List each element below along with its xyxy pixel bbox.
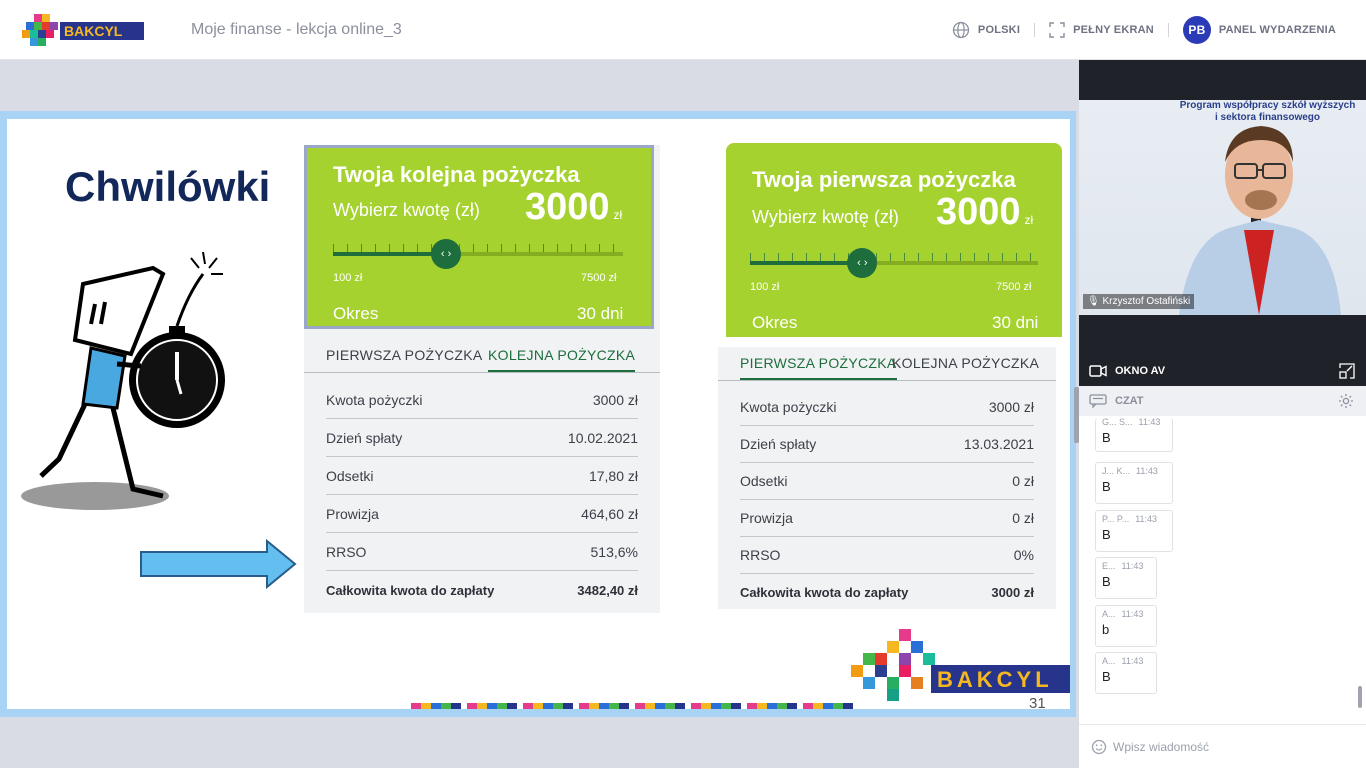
- table-row: Prowizja 464,60 zł: [326, 495, 638, 533]
- video-panel: Program współpracy szkół wyższych i sekto…: [1079, 60, 1366, 356]
- event-panel-label: PANEL WYDARZENIA: [1218, 24, 1336, 36]
- av-window-label: OKNO AV: [1115, 365, 1166, 377]
- slider-max: 7500 zł: [996, 281, 1032, 293]
- table-row: Kwota pożyczki 3000 zł: [326, 381, 638, 419]
- presentation-slide: Chwilówki Twoja kolejna pożyczka Wybierz…: [7, 119, 1070, 709]
- page-title: Moje finanse - lekcja online_3: [191, 21, 402, 38]
- fullscreen-button[interactable]: PEŁNY EKRAN: [1049, 22, 1154, 38]
- top-bar: BAKCYL Moje finanse - lekcja online_3 PO…: [0, 0, 1366, 60]
- amount-slider-track[interactable]: [333, 252, 623, 256]
- chat-message-input[interactable]: Wpisz wiadomość: [1079, 724, 1366, 768]
- amount-label: Wybierz kwotę (zł): [333, 200, 480, 220]
- chat-message: A... 11:43 B: [1095, 652, 1157, 694]
- emoji-icon[interactable]: [1091, 739, 1107, 755]
- table-row: Dzień spłaty 10.02.2021: [326, 419, 638, 457]
- card-heading: Twoja kolejna pożyczka: [333, 162, 580, 187]
- tab-first-loan[interactable]: PIERWSZA POŻYCZKA: [326, 347, 483, 363]
- tab-next-loan[interactable]: KOLEJNA POŻYCZKA: [488, 347, 636, 372]
- table-row-total: Całkowita kwota do zapłaty 3000 zł: [740, 585, 1034, 600]
- table-row: Odsetki 17,80 zł: [326, 457, 638, 495]
- svg-text:BAKCYL: BAKCYL: [937, 667, 1053, 692]
- card-heading: Twoja pierwsza pożyczka: [752, 167, 1016, 192]
- event-panel-button[interactable]: PB PANEL WYDARZENIA: [1182, 16, 1336, 44]
- loan-calculator-first: Twoja pierwsza pożyczka Wybierz kwotę (z…: [726, 143, 1062, 337]
- chat-scrollbar[interactable]: [1358, 686, 1362, 708]
- pointer-arrow: [140, 539, 297, 589]
- svg-text:BAKCYL: BAKCYL: [64, 23, 123, 39]
- period-label: Okres: [333, 304, 379, 323]
- speaker-video[interactable]: Program współpracy szkół wyższych i sekto…: [1079, 100, 1366, 315]
- chat-message: A... 11:43 b: [1095, 605, 1157, 647]
- chat-panel: CZAT G... S... 11:43 B J... K... 11:43 B P…: [1079, 386, 1366, 768]
- amount-slider-fill: [750, 261, 863, 265]
- table-row: RRSO 513,6%: [326, 533, 638, 571]
- slide-title: Chwilówki: [65, 163, 271, 210]
- amount-slider-track[interactable]: [750, 261, 1038, 265]
- table-row: Prowizja 0 zł: [740, 500, 1034, 537]
- minimize-window-icon[interactable]: [1338, 362, 1356, 380]
- period-value: 30 dni: [992, 313, 1039, 332]
- amount-slider-handle[interactable]: ‹ ›: [847, 248, 878, 278]
- loan-card-next: Twoja kolejna pożyczka Wybierz kwotę (zł…: [304, 145, 660, 613]
- loan-tabs: PIERWSZA POŻYCZKA KOLEJNA POŻYCZKA: [718, 347, 1056, 381]
- av-window-bar[interactable]: OKNO AV: [1079, 356, 1366, 386]
- loan-summary-next: Kwota pożyczki 3000 zł Dzień spłaty 10.02.…: [326, 381, 638, 609]
- amount-value: 3000 zł: [936, 191, 1034, 233]
- bomb-cartoon-illustration: [21, 251, 225, 510]
- presentation-frame: Chwilówki Twoja kolejna pożyczka Wybierz…: [0, 111, 1076, 717]
- chat-message: G... S... 11:43 B: [1095, 417, 1173, 452]
- chat-input-placeholder: Wpisz wiadomość: [1113, 739, 1210, 754]
- gear-icon[interactable]: [1338, 393, 1354, 409]
- loan-card-first: Twoja pierwsza pożyczka Wybierz kwotę (z…: [718, 143, 1062, 611]
- chat-header: CZAT: [1079, 386, 1366, 416]
- amount-slider-fill: [333, 252, 447, 256]
- tab-first-loan[interactable]: PIERWSZA POŻYCZKA: [740, 355, 897, 380]
- amount-label: Wybierz kwotę (zł): [752, 207, 899, 227]
- chat-message: J... K... 11:43 B: [1095, 462, 1173, 504]
- amount-slider-handle[interactable]: ‹ ›: [431, 239, 462, 269]
- period-label: Okres: [752, 313, 798, 332]
- chat-message: P... P... 11:43 B: [1095, 510, 1173, 552]
- chat-title: CZAT: [1115, 395, 1144, 407]
- chat-icon: [1089, 394, 1107, 408]
- period-value: 30 dni: [577, 304, 624, 323]
- divider: [1167, 23, 1169, 37]
- table-row: Odsetki 0 zł: [740, 463, 1034, 500]
- loan-tabs: PIERWSZA POŻYCZKA KOLEJNA POŻYCZKA: [304, 339, 660, 373]
- tab-next-loan[interactable]: KOLEJNA POŻYCZKA: [892, 355, 1039, 371]
- bakcyl-logo[interactable]: BAKCYL: [22, 12, 152, 48]
- fullscreen-icon: [1049, 22, 1065, 38]
- loan-summary-first: Kwota pożyczki 3000 zł Dzień spłaty 13.03.…: [740, 389, 1034, 611]
- loan-calculator-next: Twoja kolejna pożyczka Wybierz kwotę (zł…: [304, 145, 654, 329]
- pixel-strip-decoration: [411, 703, 857, 709]
- avatar: PB: [1182, 16, 1211, 44]
- video-camera-icon: [1089, 365, 1107, 377]
- speaker-name-label: 🎙 Krzysztof Ostafiński: [1083, 294, 1195, 309]
- chat-message: E... 11:43 B: [1095, 557, 1157, 599]
- table-row-total: Całkowita kwota do zapłaty 3482,40 zł: [326, 582, 638, 598]
- amount-value: 3000 zł: [525, 186, 623, 228]
- language-label: POLSKI: [977, 24, 1021, 36]
- slider-min: 100 zł: [750, 281, 780, 293]
- fullscreen-label: PEŁNY EKRAN: [1073, 24, 1154, 36]
- slider-min: 100 zł: [333, 272, 363, 284]
- slider-max: 7500 zł: [581, 272, 617, 284]
- table-row: RRSO 0%: [740, 537, 1034, 574]
- speaker-illustration: [1179, 126, 1341, 315]
- page-number: 31: [1029, 695, 1046, 709]
- language-button[interactable]: POLSKI: [952, 21, 1020, 39]
- table-row: Kwota pożyczki 3000 zł: [740, 389, 1034, 426]
- globe-icon: [952, 21, 970, 39]
- table-row: Dzień spłaty 13.03.2021: [740, 426, 1034, 463]
- divider: [1034, 23, 1036, 37]
